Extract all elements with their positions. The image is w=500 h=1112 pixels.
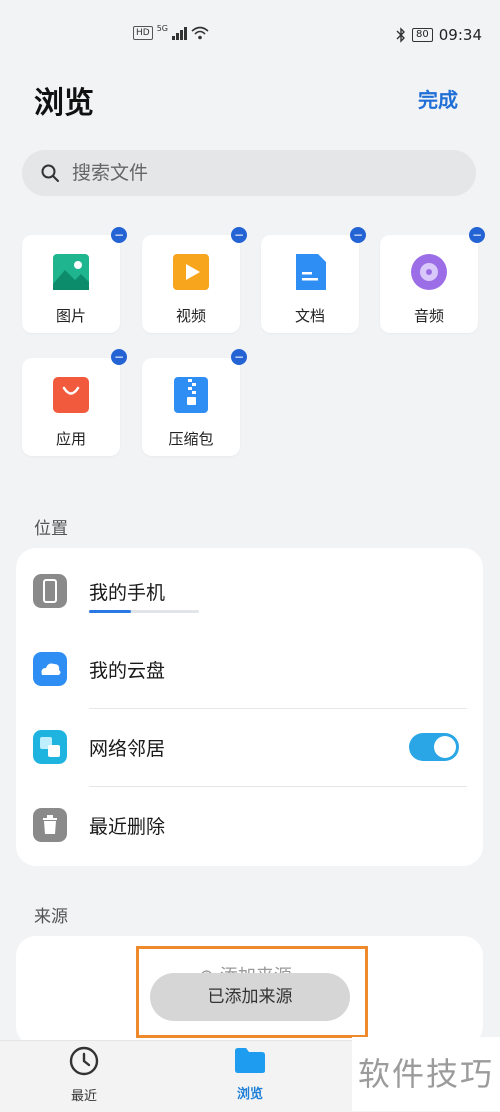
location-label: 我的云盘	[89, 660, 166, 682]
cloud-icon	[33, 652, 67, 686]
category-apps[interactable]: 应用	[22, 358, 120, 456]
location-label: 网络邻居	[89, 738, 166, 760]
category-label: 图片	[55, 307, 86, 325]
trash-icon	[33, 808, 67, 842]
category-videos[interactable]: 视频	[142, 235, 240, 333]
toggle-knob	[434, 736, 456, 758]
network-neighbor-icon	[33, 730, 67, 764]
remove-category-button[interactable]: −	[469, 227, 485, 243]
audio-icon	[411, 254, 447, 290]
status-bar: HD 5G 80 09:34	[0, 0, 500, 68]
clock-icon	[69, 1046, 99, 1076]
signal-icon	[172, 26, 187, 40]
status-right: 80 09:34	[396, 26, 482, 44]
nav-recent[interactable]: 最近	[24, 1045, 144, 1109]
nav-label: 浏览	[236, 1087, 263, 1102]
remove-category-button[interactable]: −	[111, 227, 127, 243]
bluetooth-icon	[396, 27, 406, 43]
folder-icon	[235, 1048, 265, 1073]
highlight-box	[136, 946, 368, 1038]
storage-progress-bar	[89, 610, 199, 613]
done-button[interactable]: 完成	[418, 84, 458, 113]
category-audio[interactable]: 音频	[380, 235, 478, 333]
archive-icon	[174, 377, 208, 413]
category-label: 应用	[55, 430, 86, 448]
image-icon	[53, 254, 89, 290]
network-neighbor-toggle[interactable]	[409, 733, 459, 761]
category-label: 压缩包	[168, 430, 214, 448]
search-input[interactable]	[70, 161, 434, 185]
network-type: 5G	[156, 23, 168, 33]
location-label: 最近删除	[89, 816, 166, 838]
video-icon	[173, 254, 209, 290]
location-recently-deleted[interactable]: 最近删除	[16, 786, 483, 864]
category-documents[interactable]: 文档	[261, 235, 359, 333]
watermark: 软件技巧	[352, 1037, 500, 1111]
location-my-cloud[interactable]: 我的云盘	[16, 630, 483, 708]
hd-badge: HD	[133, 26, 153, 40]
app-bag-icon	[53, 377, 89, 413]
nav-label: 最近	[70, 1089, 97, 1104]
clock-time: 09:34	[438, 26, 482, 44]
search-icon	[41, 164, 59, 182]
category-label: 文档	[294, 307, 325, 325]
category-label: 音频	[413, 307, 444, 325]
category-label: 视频	[175, 307, 206, 325]
storage-progress-fill	[89, 610, 131, 613]
remove-category-button[interactable]: −	[231, 227, 247, 243]
network-indicators: HD 5G	[133, 23, 209, 40]
document-icon	[296, 254, 326, 290]
locations-card: 我的手机 我的云盘 网络邻居 最近删除	[16, 548, 483, 866]
battery-indicator: 80	[412, 28, 433, 42]
location-my-phone[interactable]: 我的手机	[16, 552, 483, 630]
locations-section-title: 位置	[34, 519, 68, 539]
category-archives[interactable]: 压缩包	[142, 358, 240, 456]
location-label: 我的手机	[89, 582, 166, 604]
category-images[interactable]: 图片	[22, 235, 120, 333]
phone-icon	[33, 574, 67, 608]
location-network-neighbor[interactable]: 网络邻居	[16, 708, 483, 786]
wifi-icon	[191, 26, 209, 40]
remove-category-button[interactable]: −	[111, 349, 127, 365]
sources-section-title: 来源	[34, 907, 68, 927]
remove-category-button[interactable]: −	[350, 227, 366, 243]
page-title: 浏览	[34, 86, 94, 121]
search-bar[interactable]	[22, 150, 476, 196]
nav-browse[interactable]: 浏览	[190, 1045, 310, 1109]
remove-category-button[interactable]: −	[231, 349, 247, 365]
